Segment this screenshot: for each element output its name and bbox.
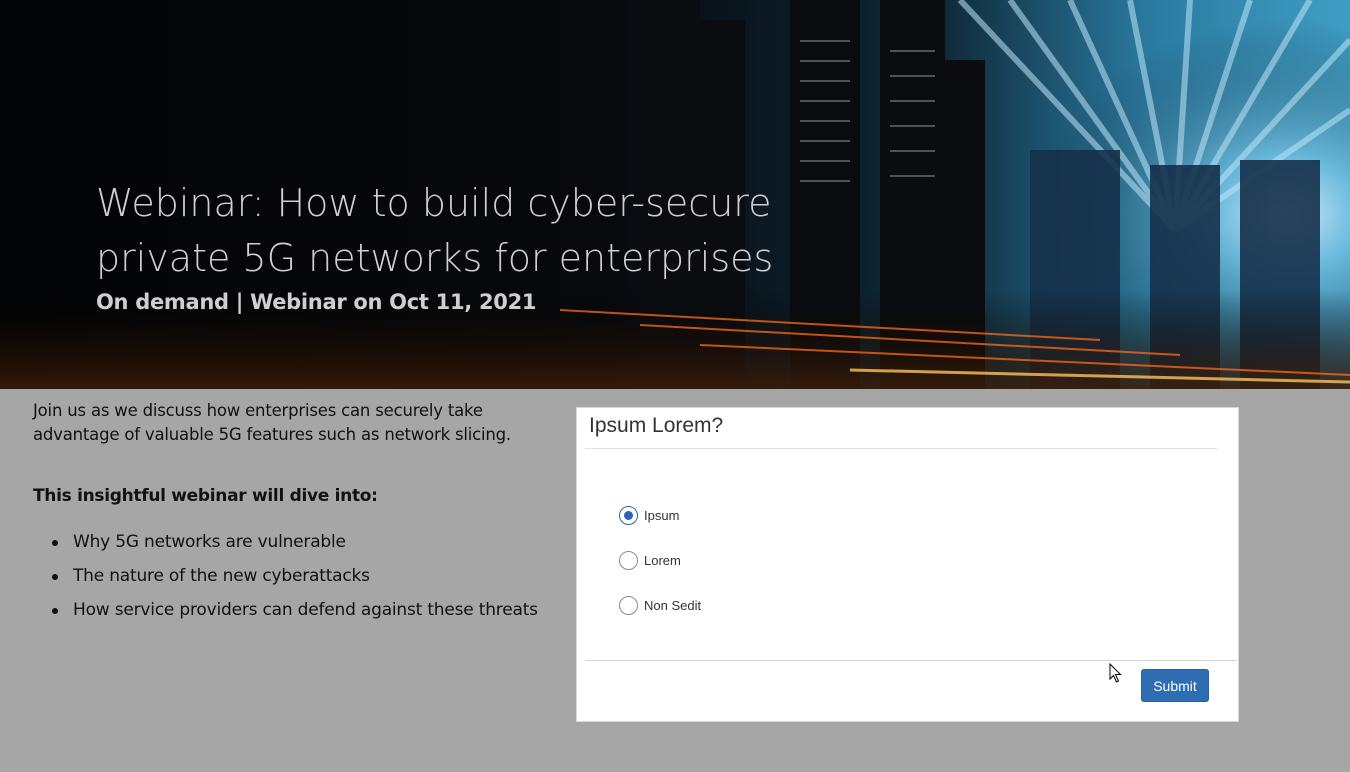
page-title-line-2: private 5G networks for enterprises (96, 236, 774, 280)
poll-option-non-sedit[interactable]: Non Sedit (619, 595, 701, 615)
list-item: Why 5G networks are vulnerable (33, 530, 553, 564)
poll-option-label: Ipsum (644, 507, 680, 523)
radio-button-non-sedit[interactable] (619, 595, 638, 615)
radio-button-ipsum[interactable] (619, 505, 638, 525)
mouse-cursor-icon (1109, 663, 1122, 683)
submit-button[interactable]: Submit (1141, 669, 1209, 702)
dive-heading: This insightful webinar will dive into: (33, 486, 378, 506)
intro-paragraph: Join us as we discuss how enterprises ca… (33, 399, 533, 447)
hero-banner: Webinar: How to build cyber-secure priva… (0, 0, 1350, 389)
intro-line-1: Join us as we discuss how enterprises ca… (33, 401, 483, 420)
poll-title: Ipsum Lorem? (589, 414, 724, 437)
poll-dialog: Ipsum Lorem? Ipsum Lorem Non Sedit Submi… (576, 407, 1239, 722)
page-title-line-1: Webinar: How to build cyber-secure (96, 181, 772, 225)
topic-list: Why 5G networks are vulnerable The natur… (33, 530, 553, 632)
divider (585, 448, 1217, 449)
divider (585, 660, 1237, 661)
list-item: The nature of the new cyberattacks (33, 564, 553, 598)
poll-option-label: Lorem (644, 552, 681, 568)
poll-option-lorem[interactable]: Lorem (619, 550, 681, 570)
poll-option-label: Non Sedit (644, 597, 702, 613)
webinar-date-subtitle: On demand | Webinar on Oct 11, 2021 (96, 290, 537, 314)
intro-line-2: advantage of valuable 5G features such a… (33, 425, 511, 444)
poll-option-ipsum[interactable]: Ipsum (619, 505, 679, 525)
list-item: How service providers can defend against… (33, 598, 553, 632)
page-title: Webinar: How to build cyber-secure priva… (96, 176, 796, 286)
radio-button-lorem[interactable] (619, 550, 638, 570)
